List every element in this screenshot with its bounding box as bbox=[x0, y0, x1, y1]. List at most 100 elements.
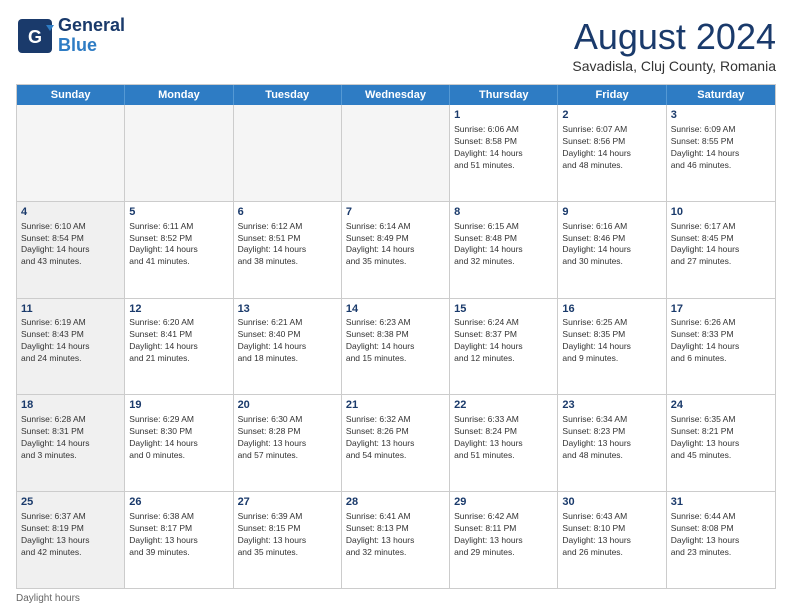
header-day-sunday: Sunday bbox=[17, 85, 125, 105]
calendar-day-18: 18Sunrise: 6:28 AM Sunset: 8:31 PM Dayli… bbox=[17, 395, 125, 491]
calendar-week-4: 18Sunrise: 6:28 AM Sunset: 8:31 PM Dayli… bbox=[17, 394, 775, 491]
calendar-day-7: 7Sunrise: 6:14 AM Sunset: 8:49 PM Daylig… bbox=[342, 202, 450, 298]
day-info: Sunrise: 6:12 AM Sunset: 8:51 PM Dayligh… bbox=[238, 221, 337, 269]
day-number: 14 bbox=[346, 302, 445, 317]
calendar-day-9: 9Sunrise: 6:16 AM Sunset: 8:46 PM Daylig… bbox=[558, 202, 666, 298]
calendar-day-28: 28Sunrise: 6:41 AM Sunset: 8:13 PM Dayli… bbox=[342, 492, 450, 588]
day-info: Sunrise: 6:34 AM Sunset: 8:23 PM Dayligh… bbox=[562, 414, 661, 462]
day-info: Sunrise: 6:35 AM Sunset: 8:21 PM Dayligh… bbox=[671, 414, 771, 462]
day-info: Sunrise: 6:19 AM Sunset: 8:43 PM Dayligh… bbox=[21, 317, 120, 365]
day-info: Sunrise: 6:21 AM Sunset: 8:40 PM Dayligh… bbox=[238, 317, 337, 365]
header-day-monday: Monday bbox=[125, 85, 233, 105]
day-number: 3 bbox=[671, 108, 771, 123]
footer-note: Daylight hours bbox=[16, 593, 776, 604]
calendar-week-5: 25Sunrise: 6:37 AM Sunset: 8:19 PM Dayli… bbox=[17, 491, 775, 588]
calendar-week-3: 11Sunrise: 6:19 AM Sunset: 8:43 PM Dayli… bbox=[17, 298, 775, 395]
header-day-tuesday: Tuesday bbox=[234, 85, 342, 105]
day-number: 23 bbox=[562, 398, 661, 413]
day-number: 6 bbox=[238, 205, 337, 220]
header: G General Blue August 2024 Savadisla, Cl… bbox=[16, 16, 776, 74]
day-info: Sunrise: 6:41 AM Sunset: 8:13 PM Dayligh… bbox=[346, 511, 445, 559]
day-info: Sunrise: 6:09 AM Sunset: 8:55 PM Dayligh… bbox=[671, 124, 771, 172]
calendar-day-1: 1Sunrise: 6:06 AM Sunset: 8:58 PM Daylig… bbox=[450, 105, 558, 201]
calendar-day-19: 19Sunrise: 6:29 AM Sunset: 8:30 PM Dayli… bbox=[125, 395, 233, 491]
day-number: 4 bbox=[21, 205, 120, 220]
day-info: Sunrise: 6:07 AM Sunset: 8:56 PM Dayligh… bbox=[562, 124, 661, 172]
day-info: Sunrise: 6:42 AM Sunset: 8:11 PM Dayligh… bbox=[454, 511, 553, 559]
day-info: Sunrise: 6:20 AM Sunset: 8:41 PM Dayligh… bbox=[129, 317, 228, 365]
day-info: Sunrise: 6:25 AM Sunset: 8:35 PM Dayligh… bbox=[562, 317, 661, 365]
calendar-day-27: 27Sunrise: 6:39 AM Sunset: 8:15 PM Dayli… bbox=[234, 492, 342, 588]
calendar-day-15: 15Sunrise: 6:24 AM Sunset: 8:37 PM Dayli… bbox=[450, 299, 558, 395]
calendar-day-21: 21Sunrise: 6:32 AM Sunset: 8:26 PM Dayli… bbox=[342, 395, 450, 491]
day-info: Sunrise: 6:39 AM Sunset: 8:15 PM Dayligh… bbox=[238, 511, 337, 559]
calendar-day-8: 8Sunrise: 6:15 AM Sunset: 8:48 PM Daylig… bbox=[450, 202, 558, 298]
day-number: 11 bbox=[21, 302, 120, 317]
day-number: 28 bbox=[346, 495, 445, 510]
month-year: August 2024 bbox=[572, 16, 776, 58]
header-day-friday: Friday bbox=[558, 85, 666, 105]
calendar-day-31: 31Sunrise: 6:44 AM Sunset: 8:08 PM Dayli… bbox=[667, 492, 775, 588]
header-day-saturday: Saturday bbox=[667, 85, 775, 105]
day-number: 16 bbox=[562, 302, 661, 317]
day-number: 10 bbox=[671, 205, 771, 220]
calendar-day-13: 13Sunrise: 6:21 AM Sunset: 8:40 PM Dayli… bbox=[234, 299, 342, 395]
calendar-day-17: 17Sunrise: 6:26 AM Sunset: 8:33 PM Dayli… bbox=[667, 299, 775, 395]
calendar-day-24: 24Sunrise: 6:35 AM Sunset: 8:21 PM Dayli… bbox=[667, 395, 775, 491]
day-number: 5 bbox=[129, 205, 228, 220]
day-number: 31 bbox=[671, 495, 771, 510]
calendar-day-29: 29Sunrise: 6:42 AM Sunset: 8:11 PM Dayli… bbox=[450, 492, 558, 588]
calendar-empty bbox=[234, 105, 342, 201]
day-info: Sunrise: 6:37 AM Sunset: 8:19 PM Dayligh… bbox=[21, 511, 120, 559]
calendar-header: SundayMondayTuesdayWednesdayThursdayFrid… bbox=[17, 85, 775, 105]
calendar-day-11: 11Sunrise: 6:19 AM Sunset: 8:43 PM Dayli… bbox=[17, 299, 125, 395]
calendar-week-1: 1Sunrise: 6:06 AM Sunset: 8:58 PM Daylig… bbox=[17, 105, 775, 201]
day-number: 27 bbox=[238, 495, 337, 510]
day-number: 1 bbox=[454, 108, 553, 123]
day-info: Sunrise: 6:15 AM Sunset: 8:48 PM Dayligh… bbox=[454, 221, 553, 269]
calendar-day-6: 6Sunrise: 6:12 AM Sunset: 8:51 PM Daylig… bbox=[234, 202, 342, 298]
logo-blue: Blue bbox=[58, 36, 125, 56]
calendar-day-30: 30Sunrise: 6:43 AM Sunset: 8:10 PM Dayli… bbox=[558, 492, 666, 588]
logo-general: General bbox=[58, 16, 125, 36]
calendar-empty bbox=[17, 105, 125, 201]
calendar-day-4: 4Sunrise: 6:10 AM Sunset: 8:54 PM Daylig… bbox=[17, 202, 125, 298]
day-number: 24 bbox=[671, 398, 771, 413]
calendar-day-3: 3Sunrise: 6:09 AM Sunset: 8:55 PM Daylig… bbox=[667, 105, 775, 201]
day-info: Sunrise: 6:24 AM Sunset: 8:37 PM Dayligh… bbox=[454, 317, 553, 365]
day-info: Sunrise: 6:33 AM Sunset: 8:24 PM Dayligh… bbox=[454, 414, 553, 462]
day-info: Sunrise: 6:06 AM Sunset: 8:58 PM Dayligh… bbox=[454, 124, 553, 172]
day-info: Sunrise: 6:32 AM Sunset: 8:26 PM Dayligh… bbox=[346, 414, 445, 462]
svg-text:G: G bbox=[28, 27, 42, 47]
day-number: 7 bbox=[346, 205, 445, 220]
day-info: Sunrise: 6:44 AM Sunset: 8:08 PM Dayligh… bbox=[671, 511, 771, 559]
day-number: 8 bbox=[454, 205, 553, 220]
calendar-day-12: 12Sunrise: 6:20 AM Sunset: 8:41 PM Dayli… bbox=[125, 299, 233, 395]
day-info: Sunrise: 6:23 AM Sunset: 8:38 PM Dayligh… bbox=[346, 317, 445, 365]
day-number: 21 bbox=[346, 398, 445, 413]
calendar-day-14: 14Sunrise: 6:23 AM Sunset: 8:38 PM Dayli… bbox=[342, 299, 450, 395]
calendar-day-10: 10Sunrise: 6:17 AM Sunset: 8:45 PM Dayli… bbox=[667, 202, 775, 298]
day-number: 26 bbox=[129, 495, 228, 510]
calendar: SundayMondayTuesdayWednesdayThursdayFrid… bbox=[16, 84, 776, 589]
calendar-day-22: 22Sunrise: 6:33 AM Sunset: 8:24 PM Dayli… bbox=[450, 395, 558, 491]
day-number: 19 bbox=[129, 398, 228, 413]
day-number: 17 bbox=[671, 302, 771, 317]
day-number: 13 bbox=[238, 302, 337, 317]
header-day-thursday: Thursday bbox=[450, 85, 558, 105]
day-number: 20 bbox=[238, 398, 337, 413]
calendar-day-25: 25Sunrise: 6:37 AM Sunset: 8:19 PM Dayli… bbox=[17, 492, 125, 588]
day-number: 18 bbox=[21, 398, 120, 413]
day-number: 22 bbox=[454, 398, 553, 413]
day-info: Sunrise: 6:43 AM Sunset: 8:10 PM Dayligh… bbox=[562, 511, 661, 559]
title-section: August 2024 Savadisla, Cluj County, Roma… bbox=[572, 16, 776, 74]
calendar-body: 1Sunrise: 6:06 AM Sunset: 8:58 PM Daylig… bbox=[17, 105, 775, 588]
calendar-day-23: 23Sunrise: 6:34 AM Sunset: 8:23 PM Dayli… bbox=[558, 395, 666, 491]
day-number: 9 bbox=[562, 205, 661, 220]
logo-icon: G bbox=[16, 17, 54, 55]
header-day-wednesday: Wednesday bbox=[342, 85, 450, 105]
calendar-week-2: 4Sunrise: 6:10 AM Sunset: 8:54 PM Daylig… bbox=[17, 201, 775, 298]
day-info: Sunrise: 6:29 AM Sunset: 8:30 PM Dayligh… bbox=[129, 414, 228, 462]
day-number: 25 bbox=[21, 495, 120, 510]
day-info: Sunrise: 6:17 AM Sunset: 8:45 PM Dayligh… bbox=[671, 221, 771, 269]
